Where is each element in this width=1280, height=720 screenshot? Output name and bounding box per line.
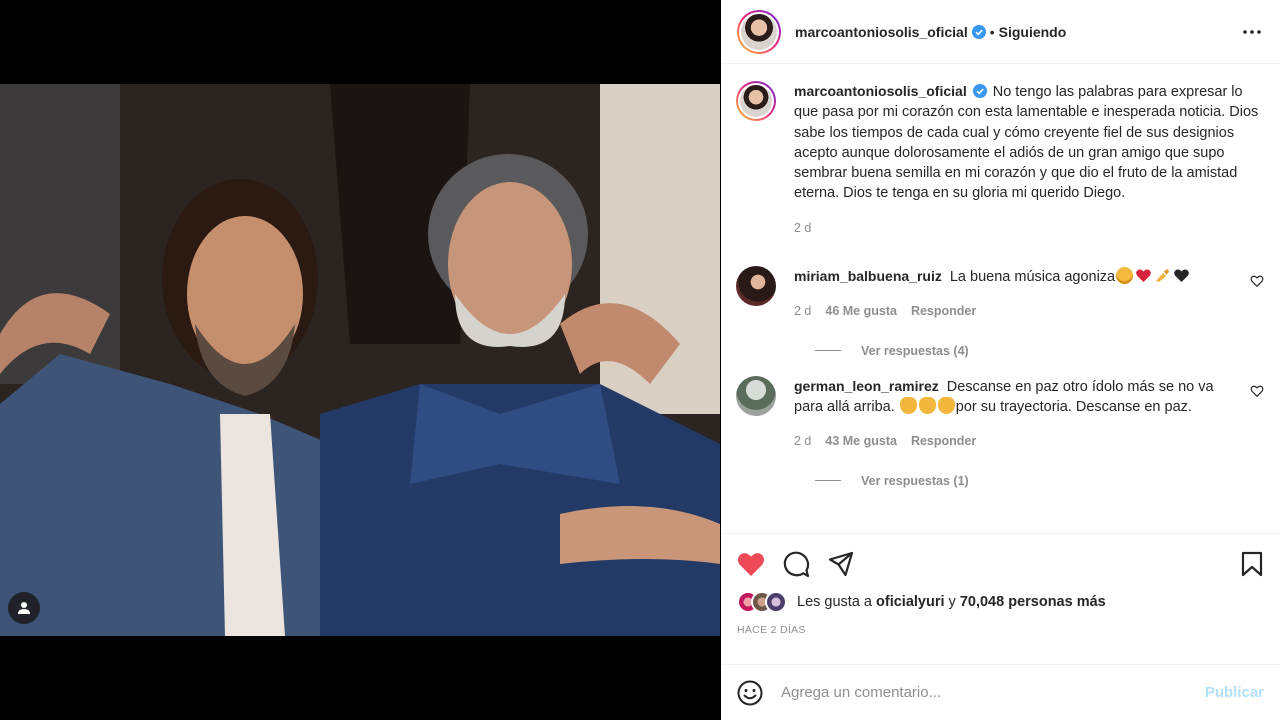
verified-badge-icon xyxy=(972,84,987,98)
verified-badge-icon xyxy=(971,24,986,39)
comment-time[interactable]: 2 d xyxy=(794,301,811,321)
caption: marcoantoniosolis_oficial No tengo las pa… xyxy=(736,81,1264,238)
reply-button[interactable]: Responder xyxy=(911,301,976,321)
comment-item: german_leon_ramirez Descanse en paz otro… xyxy=(736,375,1264,488)
clapping-hands-icon xyxy=(937,396,955,414)
header-separator: • xyxy=(989,23,995,40)
likes-count[interactable]: 70,048 personas más xyxy=(960,594,1106,610)
reply-button[interactable]: Responder xyxy=(911,431,976,451)
liker-username[interactable]: oficialyuri xyxy=(876,594,945,610)
caption-author-username[interactable]: marcoantoniosolis_oficial xyxy=(794,83,967,99)
likes-prefix: Les gusta a xyxy=(797,594,872,610)
commenter-username[interactable]: german_leon_ramirez xyxy=(794,378,939,394)
comment-input[interactable] xyxy=(781,684,1205,701)
action-bar xyxy=(737,534,1264,594)
more-icon xyxy=(1243,29,1261,34)
add-comment-bar: Publicar xyxy=(721,664,1280,720)
caption-time[interactable]: 2 d xyxy=(794,218,811,238)
liker-avatar xyxy=(765,591,787,613)
tagged-users-button[interactable] xyxy=(8,592,40,624)
replies-divider xyxy=(815,480,841,482)
view-replies-button[interactable]: Ver respuestas (4) xyxy=(799,344,1264,358)
comment-time[interactable]: 2 d xyxy=(794,431,811,451)
photo-illustration xyxy=(0,84,720,636)
commenter-username[interactable]: miriam_balbuena_ruiz xyxy=(794,268,942,284)
post-media xyxy=(0,0,720,720)
share-direct-icon[interactable] xyxy=(828,551,854,577)
view-replies-button[interactable]: Ver respuestas (1) xyxy=(799,474,1264,488)
commenter-avatar[interactable] xyxy=(736,375,776,416)
clapping-hands-icon xyxy=(918,396,936,414)
emoji-picker-icon[interactable] xyxy=(737,680,763,706)
like-comment-heart-icon[interactable] xyxy=(1250,384,1264,398)
likes-conjunction: y xyxy=(948,594,956,610)
writing-hand-icon xyxy=(1156,269,1170,283)
clapping-hands-icon xyxy=(899,396,917,414)
view-replies-label: Ver respuestas (1) xyxy=(861,473,969,488)
post-photo[interactable] xyxy=(0,84,720,636)
comment-icon[interactable] xyxy=(783,551,810,578)
author-username[interactable]: marcoantoniosolis_oficial xyxy=(795,24,968,40)
like-comment-heart-icon[interactable] xyxy=(1250,274,1264,288)
following-button[interactable]: Siguiendo xyxy=(999,24,1067,40)
commenter-avatar[interactable] xyxy=(736,266,776,307)
posted-time[interactable]: HACE 2 DÍAS xyxy=(737,624,1264,636)
publish-button[interactable]: Publicar xyxy=(1205,684,1264,701)
post-actions-area: Les gusta a oficialyuri y 70,048 persona… xyxy=(721,533,1280,636)
replies-divider xyxy=(815,350,841,352)
sad-face-icon xyxy=(1116,267,1134,285)
author-avatar[interactable] xyxy=(737,9,781,54)
comment-likes[interactable]: 43 Me gusta xyxy=(825,431,897,451)
black-heart-icon xyxy=(1174,269,1189,283)
red-heart-icon xyxy=(1136,269,1151,283)
likes-summary[interactable]: Les gusta a oficialyuri y 70,048 persona… xyxy=(737,590,1264,614)
comment-likes[interactable]: 46 Me gusta xyxy=(825,301,897,321)
caption-text: No tengo las palabras para expresar lo q… xyxy=(794,84,1259,202)
save-bookmark-icon[interactable] xyxy=(1240,551,1264,577)
like-heart-icon[interactable] xyxy=(737,551,765,577)
caption-author-avatar[interactable] xyxy=(736,81,776,121)
comment-text: La buena música agoniza xyxy=(949,269,1116,286)
comment-text-continued: por su trayectoria. Descanse en paz. xyxy=(955,398,1192,415)
view-replies-label: Ver respuestas (4) xyxy=(861,343,969,358)
more-options-button[interactable] xyxy=(1240,20,1264,44)
person-icon xyxy=(18,602,30,614)
comments-list[interactable]: marcoantoniosolis_oficial No tengo las pa… xyxy=(721,65,1280,533)
comment-item: miriam_balbuena_ruiz La buena música ago… xyxy=(736,266,1264,358)
post-side-panel: marcoantoniosolis_oficial • Siguiendo ma… xyxy=(721,0,1280,720)
post-header: marcoantoniosolis_oficial • Siguiendo xyxy=(721,0,1280,64)
